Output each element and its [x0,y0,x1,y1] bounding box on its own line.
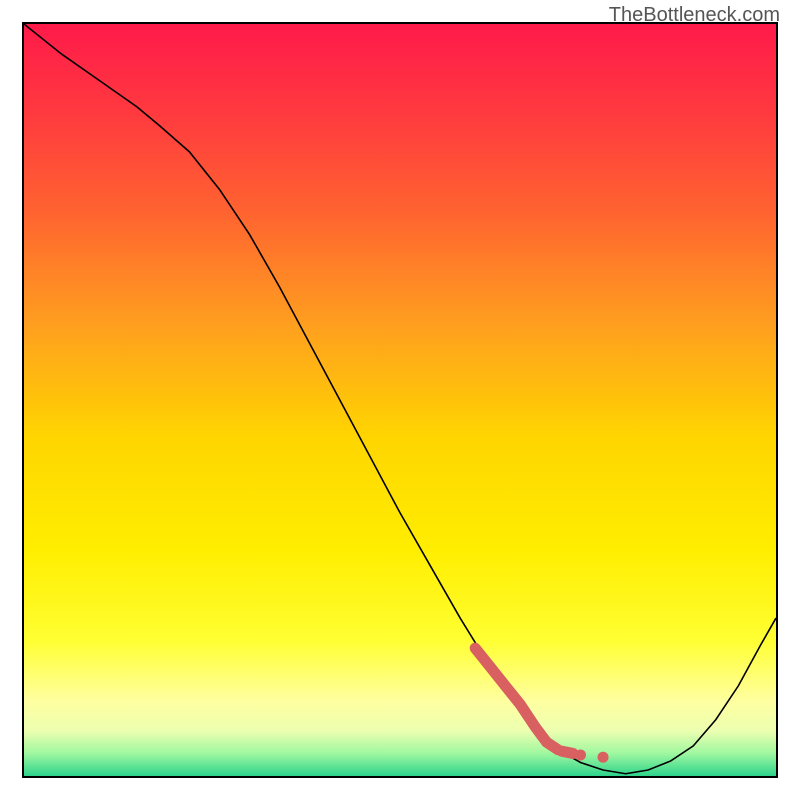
chart-plot-area [22,22,778,778]
watermark-text: TheBottleneck.com [609,4,780,27]
dot-2 [598,752,609,763]
chart-lines [24,24,776,776]
highlight-segment [475,648,558,750]
dash-1 [562,751,573,753]
main-curve [24,24,776,774]
